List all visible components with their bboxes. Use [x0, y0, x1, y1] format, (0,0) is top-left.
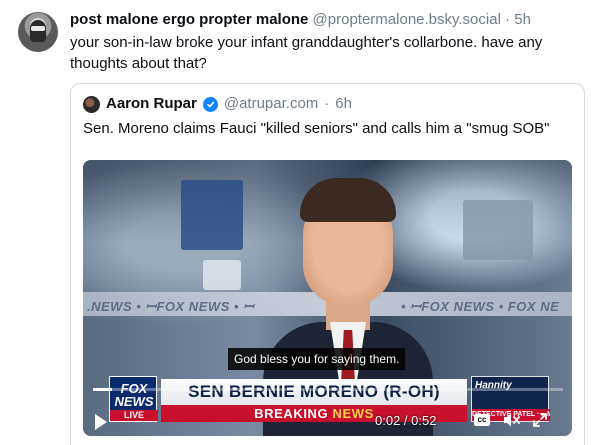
studio-screen	[181, 180, 243, 250]
avatar-mask	[31, 26, 45, 31]
verified-check-icon	[202, 96, 218, 112]
avatar-figure	[30, 20, 46, 42]
quote-author-handle[interactable]: @atrupar.com	[224, 95, 318, 113]
play-icon[interactable]	[95, 414, 107, 430]
fullscreen-icon[interactable]	[532, 412, 548, 428]
video-progress-fill	[93, 388, 112, 391]
quote-text: Sen. Moreno claims Fauci "killed seniors…	[83, 120, 550, 137]
video-caption: God bless you for saying them.	[228, 348, 406, 370]
quote-author-avatar[interactable]	[83, 95, 100, 113]
quote-post-card[interactable]: Aaron Rupar @atrupar.com · 6h Sen. Moren…	[70, 83, 585, 445]
studio-band-text-left: .NEWS • ꟷFOX NEWS • ꟷ	[87, 299, 255, 314]
studio-band-text-right: • ꟷFOX NEWS • FOX NE	[401, 299, 560, 314]
video-controls: 0:02 / 0:52 cc	[83, 406, 572, 436]
video-time: 0:02 / 0:52	[375, 413, 437, 428]
quote-separator-dot: ·	[324, 95, 330, 112]
post-timestamp[interactable]: 5h	[514, 11, 531, 28]
volume-muted-icon[interactable]	[503, 412, 521, 428]
separator-dot: ·	[505, 11, 511, 28]
author-display-name[interactable]: post malone ergo propter malone	[70, 11, 308, 28]
quote-author-display-name[interactable]: Aaron Rupar	[106, 95, 197, 113]
video-player[interactable]: .NEWS • ꟷFOX NEWS • ꟷ • ꟷFOX NEWS • FOX …	[83, 160, 572, 436]
speaker-hair	[300, 178, 396, 222]
author-handle[interactable]: @propter­malone.bsky.social	[313, 11, 501, 28]
author-avatar[interactable]	[18, 12, 58, 52]
closed-captions-icon[interactable]: cc	[474, 414, 490, 426]
studio-screen	[203, 260, 241, 290]
studio-screen	[463, 200, 533, 260]
post-text: your son-in-law broke your infant grandd…	[70, 34, 543, 72]
chyron-name-bar: SEN BERNIE MORENO (R-OH)	[161, 379, 467, 405]
video-progress-bar[interactable]	[93, 388, 563, 391]
quote-header: Aaron Rupar @atrupar.com · 6h	[83, 95, 352, 113]
fox-logo-text: FOX NEWS	[110, 382, 158, 408]
quote-timestamp[interactable]: 6h	[335, 95, 352, 113]
post-header: post malone ergo propter malone @propter…	[70, 11, 531, 29]
